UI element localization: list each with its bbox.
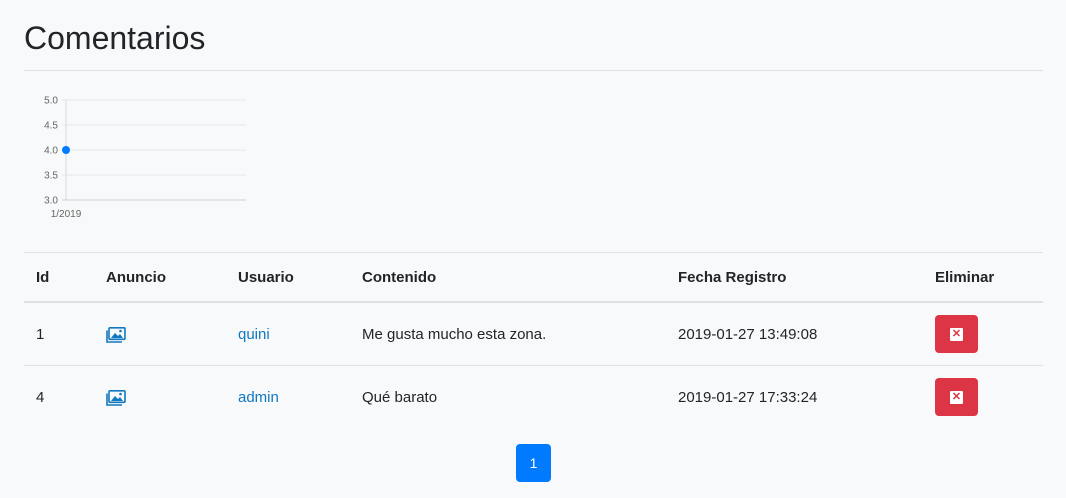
cell-fecha: 2019-01-27 17:33:24	[666, 365, 923, 428]
table-row: 4 admin Qué barato 2019-01-27 17:33:24 ✕	[24, 365, 1043, 428]
rating-chart: 5.0 4.5 4.0 3.5 3.0 1/2019	[44, 96, 246, 220]
chart-y-tick-label: 5.0	[44, 96, 58, 107]
header-usuario: Usuario	[226, 252, 350, 303]
table-row: 1 quini Me gusta mucho esta zona. 2019-0…	[24, 302, 1043, 366]
cell-id: 4	[24, 365, 94, 428]
header-id: Id	[24, 252, 94, 303]
cell-id: 1	[36, 325, 45, 343]
comments-table: Id Anuncio Usuario Contenido Fecha Regis…	[24, 252, 1043, 428]
chart-y-tick-label: 4.5	[44, 121, 58, 132]
cell-eliminar: ✕	[923, 302, 1043, 366]
cell-usuario: quini	[226, 302, 350, 366]
chart-y-tick-label: 4.0	[44, 146, 58, 157]
header-eliminar: Eliminar	[923, 252, 1043, 303]
chart-x-tick-label: 1/2019	[51, 209, 82, 220]
chart-point	[62, 146, 70, 154]
chart-x-ticks: 1/2019	[51, 209, 82, 220]
user-link[interactable]: admin	[238, 389, 279, 406]
cell-anuncio	[94, 302, 226, 366]
comments-table-wrap: Id Anuncio Usuario Contenido Fecha Regis…	[24, 252, 1043, 428]
page-title: Comentarios	[24, 20, 206, 56]
cell-contenido: Me gusta mucho esta zona.	[362, 325, 547, 343]
cell-fecha: 2019-01-27 13:49:08	[678, 325, 818, 343]
close-icon: ✕	[950, 327, 963, 341]
close-icon: ✕	[950, 390, 963, 404]
chart-y-tick-label: 3.5	[44, 171, 58, 182]
cell-contenido: Qué barato	[350, 365, 666, 428]
delete-button[interactable]: ✕	[935, 378, 978, 416]
header-fecha: Fecha Registro	[666, 252, 923, 303]
chart-y-ticks: 5.0 4.5 4.0 3.5 3.0	[44, 96, 58, 207]
cell-usuario: admin	[226, 365, 350, 428]
header-contenido: Contenido	[350, 252, 666, 303]
table-header-row: Id Anuncio Usuario Contenido Fecha Regis…	[24, 252, 1043, 303]
chart-points	[62, 146, 70, 154]
delete-button[interactable]: ✕	[935, 315, 978, 353]
cell-anuncio	[94, 365, 226, 428]
cell-eliminar: ✕	[923, 365, 1043, 428]
chart-grid	[62, 99, 246, 201]
pagination-page-1[interactable]: 1	[516, 444, 551, 482]
title-divider	[24, 70, 1043, 71]
header-anuncio: Anuncio	[94, 252, 226, 303]
image-icon[interactable]	[106, 389, 126, 406]
page: Comentarios 5.0 4.5 4.0 3.5 3.0 1/2019 Id An…	[0, 0, 1066, 498]
image-icon[interactable]	[106, 326, 126, 343]
chart-y-tick-label: 3.0	[44, 196, 58, 207]
user-link[interactable]: quini	[238, 326, 270, 343]
